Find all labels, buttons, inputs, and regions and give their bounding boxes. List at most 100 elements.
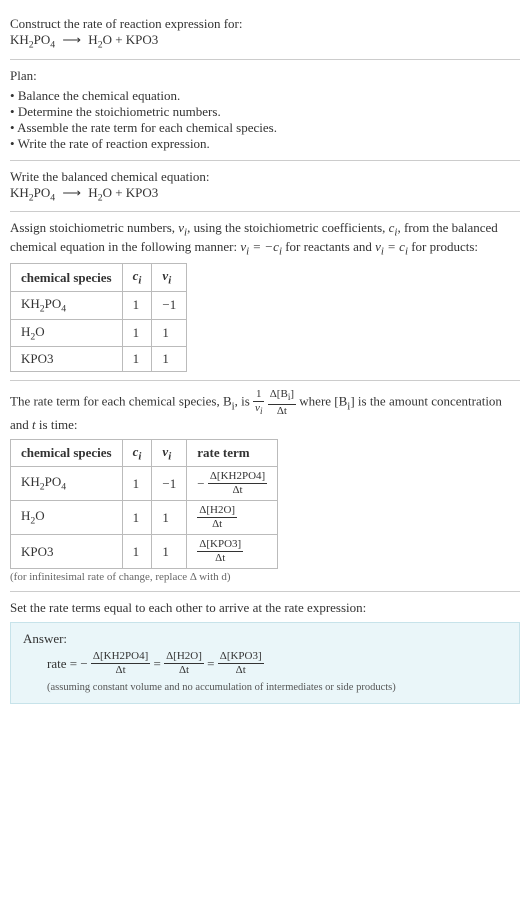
num: Δ[KPO3] (197, 539, 243, 552)
den: Δt (197, 518, 237, 530)
cell-nui: 1 (152, 319, 187, 347)
table-row: KPO3 1 1 (11, 347, 187, 372)
cell-ci: 1 (122, 467, 152, 501)
table-row: chemical species ci νi (11, 264, 187, 292)
den: Δt (208, 484, 267, 496)
rate-text: The rate term for each chemical species,… (10, 394, 232, 409)
eq-lhs: KH (10, 32, 29, 47)
answer-box: Answer: rate = − Δ[KH2PO4] Δt = Δ[H2O] Δ… (10, 622, 520, 704)
cell-species: KH2PO4 (11, 291, 123, 319)
final-title: Set the rate terms equal to each other t… (10, 600, 520, 616)
plan-title: Plan: (10, 68, 520, 84)
col-ci: ci (122, 439, 152, 467)
col-species: chemical species (11, 439, 123, 467)
stoich-text: , using the stoichiometric coefficients, (187, 220, 389, 235)
cell-rate: Δ[KPO3] Δt (187, 535, 278, 569)
stoich-table: chemical species ci νi KH2PO4 1 −1 H2O 1… (10, 263, 187, 372)
balanced-title: Write the balanced chemical equation: (10, 169, 520, 185)
eq-lhs-mid: PO (34, 32, 51, 47)
cell-nui: 1 (152, 535, 187, 569)
den: νi (253, 402, 264, 416)
plan-section: Plan: Balance the chemical equation. Det… (10, 60, 520, 161)
cell-ci: 1 (122, 291, 152, 319)
rel1: νi = −ci (240, 239, 282, 254)
table-row: KH2PO4 1 −1 (11, 291, 187, 319)
den: Δt (268, 405, 296, 417)
den: Δt (91, 664, 150, 676)
eq-rhs-h: H (88, 32, 97, 47)
table-row: H2O 1 1 (11, 319, 187, 347)
plan-item: Determine the stoichiometric numbers. (10, 104, 520, 120)
stoich-text: Assign stoichiometric numbers, (10, 220, 178, 235)
rate-table: chemical species ci νi rate term KH2PO4 … (10, 439, 278, 570)
plan-list: Balance the chemical equation. Determine… (10, 88, 520, 152)
cell-species: KPO3 (11, 535, 123, 569)
stoich-text: for reactants and (282, 239, 375, 254)
cell-species: H2O (11, 319, 123, 347)
stoich-intro: Assign stoichiometric numbers, νi, using… (10, 220, 520, 257)
den: Δt (164, 664, 204, 676)
bal-lhs-mid: PO (34, 185, 51, 200)
cell-rate: Δ[H2O] Δt (187, 501, 278, 535)
num: Δ[KH2PO4] (208, 471, 267, 484)
plan-item: Write the rate of reaction expression. (10, 136, 520, 152)
rate-note: (for infinitesimal rate of change, repla… (10, 571, 520, 583)
col-ci: ci (122, 264, 152, 292)
problem-equation: KH2PO4 ⟶ H2O + KPO3 (10, 32, 520, 51)
final-section: Set the rate terms equal to each other t… (10, 592, 520, 712)
den: Δt (218, 664, 264, 676)
table-row: KH2PO4 1 −1 − Δ[KH2PO4] Δt (11, 467, 278, 501)
cell-species: KH2PO4 (11, 467, 123, 501)
table-row: chemical species ci νi rate term (11, 439, 278, 467)
cell-nui: −1 (152, 467, 187, 501)
num: 1 (253, 389, 264, 402)
rate-frac: Δ[KH2PO4] Δt (91, 651, 150, 676)
eq-rhs-rest: O + KPO3 (103, 32, 159, 47)
cell-species: H2O (11, 501, 123, 535)
arrow-icon: ⟶ (58, 185, 85, 200)
frac-dB: Δ[Bi] Δt (268, 389, 296, 416)
answer-expression: rate = − Δ[KH2PO4] Δt = Δ[H2O] Δt = Δ[KP… (23, 651, 507, 676)
num: Δ[H2O] (164, 651, 204, 664)
cell-rate: − Δ[KH2PO4] Δt (187, 467, 278, 501)
bal-rhs-rest: O + KPO3 (103, 185, 159, 200)
rate-label: rate = (47, 656, 77, 672)
bal-lhs-sub2: 4 (50, 192, 55, 203)
equals: = (207, 656, 214, 672)
bal-rhs-h: H (88, 185, 97, 200)
table-row: KPO3 1 1 Δ[KPO3] Δt (11, 535, 278, 569)
problem-header: Construct the rate of reaction expressio… (10, 8, 520, 60)
col-nui: νi (152, 439, 187, 467)
cell-nui: 1 (152, 501, 187, 535)
balanced-section: Write the balanced chemical equation: KH… (10, 161, 520, 213)
rate-text: is time: (36, 417, 78, 432)
eq-lhs-sub2: 4 (50, 40, 55, 51)
num: Δ[H2O] (197, 505, 237, 518)
frac-one-over-nu: 1 νi (253, 389, 264, 416)
balanced-equation: KH2PO4 ⟶ H2O + KPO3 (10, 185, 520, 204)
nu-i: νi (178, 220, 187, 235)
rate-intro: The rate term for each chemical species,… (10, 389, 520, 432)
den: Δt (197, 552, 243, 564)
col-species: chemical species (11, 264, 123, 292)
num: Δ[Bi] (268, 389, 296, 404)
answer-assumption: (assuming constant volume and no accumul… (23, 682, 507, 693)
equals: = (154, 656, 161, 672)
rate-frac: Δ[H2O] Δt (197, 505, 237, 530)
neg-sign: − (197, 476, 204, 492)
num: Δ[KPO3] (218, 651, 264, 664)
stoich-section: Assign stoichiometric numbers, νi, using… (10, 212, 520, 381)
plan-item: Assemble the rate term for each chemical… (10, 120, 520, 136)
plan-item: Balance the chemical equation. (10, 88, 520, 104)
cell-ci: 1 (122, 501, 152, 535)
arrow-icon: ⟶ (58, 32, 85, 47)
answer-label: Answer: (23, 631, 507, 647)
bal-lhs: KH (10, 185, 29, 200)
num: Δ[KH2PO4] (91, 651, 150, 664)
cell-nui: 1 (152, 347, 187, 372)
rate-frac: Δ[KH2PO4] Δt (208, 471, 267, 496)
rate-frac: Δ[H2O] Δt (164, 651, 204, 676)
table-row: H2O 1 1 Δ[H2O] Δt (11, 501, 278, 535)
neg-sign: − (80, 656, 87, 672)
rate-frac: Δ[KPO3] Δt (218, 651, 264, 676)
